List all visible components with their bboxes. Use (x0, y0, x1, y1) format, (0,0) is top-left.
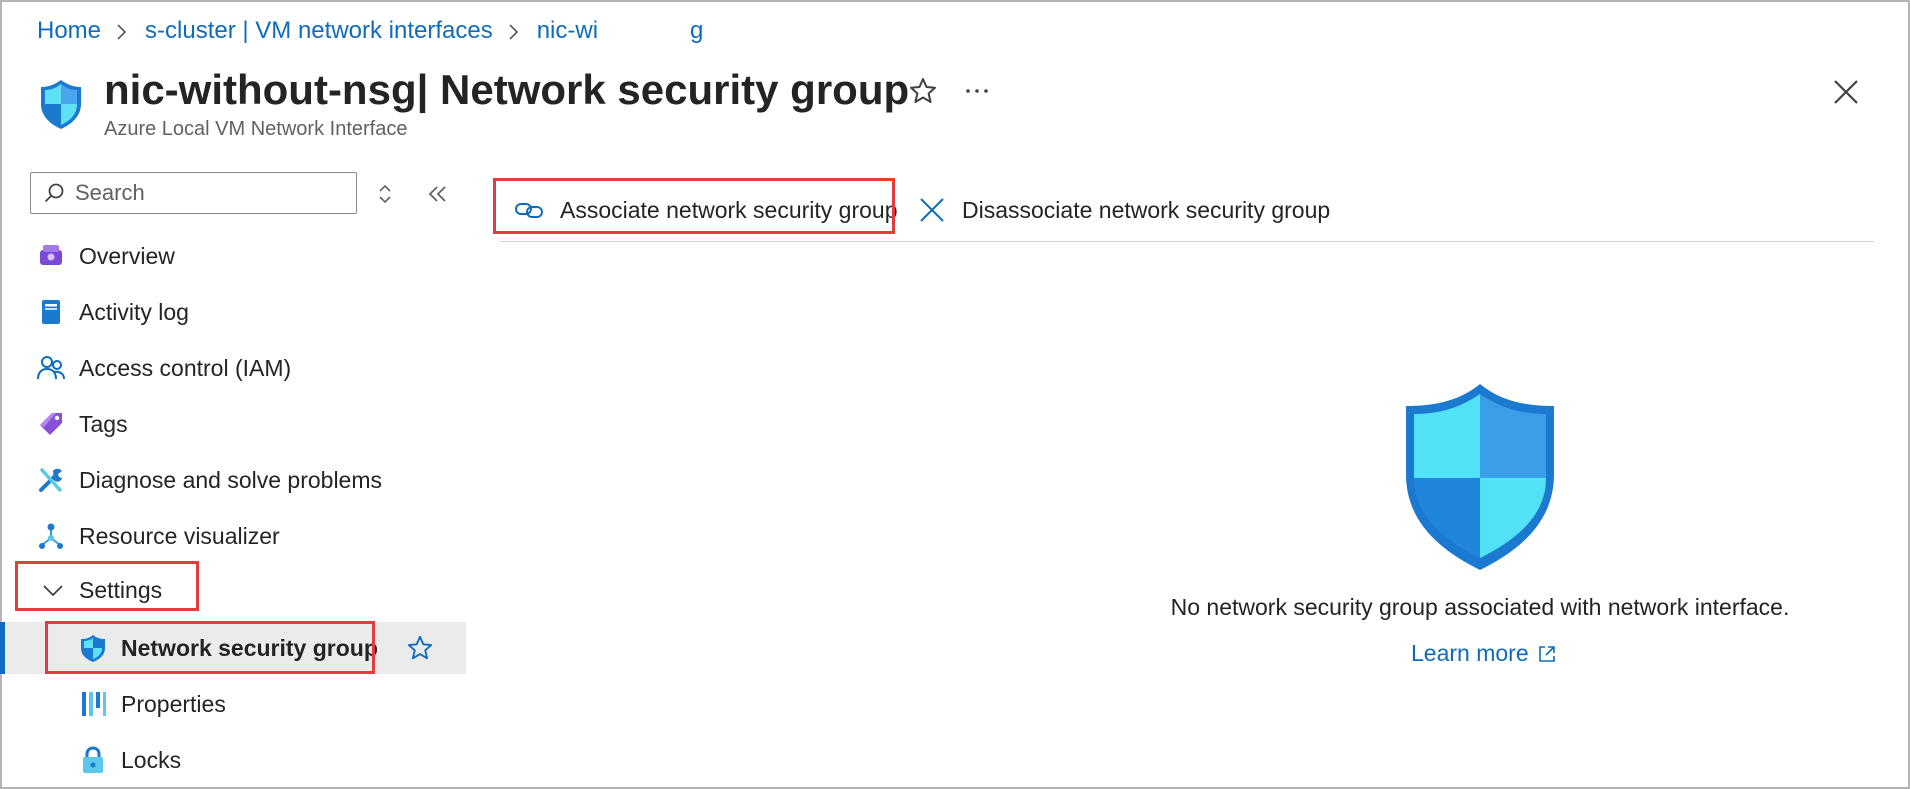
sidebar-item-label: Settings (79, 576, 163, 603)
shield-icon (1406, 384, 1554, 570)
associate-nsg-button[interactable]: Associate network security group (514, 180, 898, 240)
sidebar-item-label: Tags (79, 410, 128, 437)
page-subtitle: Azure Local VM Network Interface (104, 118, 408, 140)
favorite-star-icon[interactable] (908, 76, 938, 106)
sidebar-item-overview[interactable]: Overview (0, 230, 466, 282)
breadcrumb-nic-part2: g (690, 17, 704, 44)
hierarchy-icon (39, 523, 63, 549)
sidebar-item-activity-log[interactable]: Activity log (0, 286, 466, 338)
empty-state-message: No network security group associated wit… (1170, 594, 1790, 620)
tag-icon (40, 413, 62, 435)
breadcrumb: Home s-cluster | VM network interfaces n… (37, 14, 703, 48)
breadcrumb-nic[interactable]: nic-wi g (537, 17, 704, 45)
sidebar-item-label: Access control (IAM) (79, 354, 292, 381)
learn-more-link[interactable]: Learn more (1411, 640, 1557, 667)
breadcrumb-nic-part1: nic-wi (536, 17, 599, 44)
associate-nsg-label: Associate network security group (560, 196, 898, 223)
close-icon[interactable] (1832, 78, 1860, 106)
page-title-section: | Network security group (416, 66, 910, 113)
toolbar-divider (500, 241, 1874, 242)
external-link-icon (1538, 645, 1555, 662)
search-box (30, 172, 357, 214)
sidebar-item-label: Locks (121, 746, 182, 773)
disassociate-nsg-button[interactable]: Disassociate network security group (918, 180, 1330, 240)
sidebar-item-label: Network security group (121, 634, 378, 661)
page-title-resource: nic-without-nsg (104, 66, 417, 113)
search-input[interactable] (75, 180, 335, 206)
breadcrumb-cluster[interactable]: s-cluster | VM network interfaces (145, 17, 493, 45)
lock-icon (83, 746, 103, 773)
shield-icon (81, 635, 105, 662)
favorite-star-icon[interactable] (406, 634, 434, 662)
sidebar-item-locks[interactable]: Locks (0, 734, 466, 786)
page-title: nic-without-nsg| Network security group (104, 64, 909, 116)
overview-icon (40, 245, 62, 265)
sort-icon[interactable] (373, 182, 397, 206)
wrench-icon (39, 468, 62, 492)
activity-log-icon (42, 300, 60, 324)
sidebar-item-properties[interactable]: Properties (0, 678, 466, 730)
close-icon (920, 198, 944, 222)
properties-icon (82, 692, 106, 716)
people-icon (37, 356, 65, 380)
sidebar-item-label: Activity log (79, 298, 189, 325)
shield-icon (38, 78, 84, 130)
chevron-right-icon (493, 14, 537, 48)
sidebar-item-diagnose[interactable]: Diagnose and solve problems (0, 454, 466, 506)
sidebar-item-label: Diagnose and solve problems (79, 466, 383, 493)
sidebar-item-label: Resource visualizer (79, 522, 280, 549)
learn-more-label: Learn more (1411, 640, 1529, 666)
sidebar-item-access-control[interactable]: Access control (IAM) (0, 342, 466, 394)
more-options-icon[interactable] (962, 76, 992, 106)
active-indicator (0, 622, 5, 674)
search-icon (44, 183, 64, 203)
sidebar-item-label: Overview (79, 242, 175, 269)
sidebar-item-tags[interactable]: Tags (0, 398, 466, 450)
link-icon (515, 203, 543, 218)
sidebar-item-network-security-group[interactable]: Network security group (0, 622, 466, 674)
sidebar-item-resource-visualizer[interactable]: Resource visualizer (0, 510, 466, 562)
breadcrumb-home[interactable]: Home (37, 17, 101, 45)
sidebar-item-label: Properties (121, 690, 226, 717)
chevron-right-icon (101, 14, 145, 48)
chevron-down-icon (43, 585, 63, 597)
sidebar-group-settings[interactable]: Settings (0, 564, 466, 616)
collapse-sidebar-icon[interactable] (424, 182, 452, 206)
disassociate-nsg-label: Disassociate network security group (962, 196, 1331, 223)
